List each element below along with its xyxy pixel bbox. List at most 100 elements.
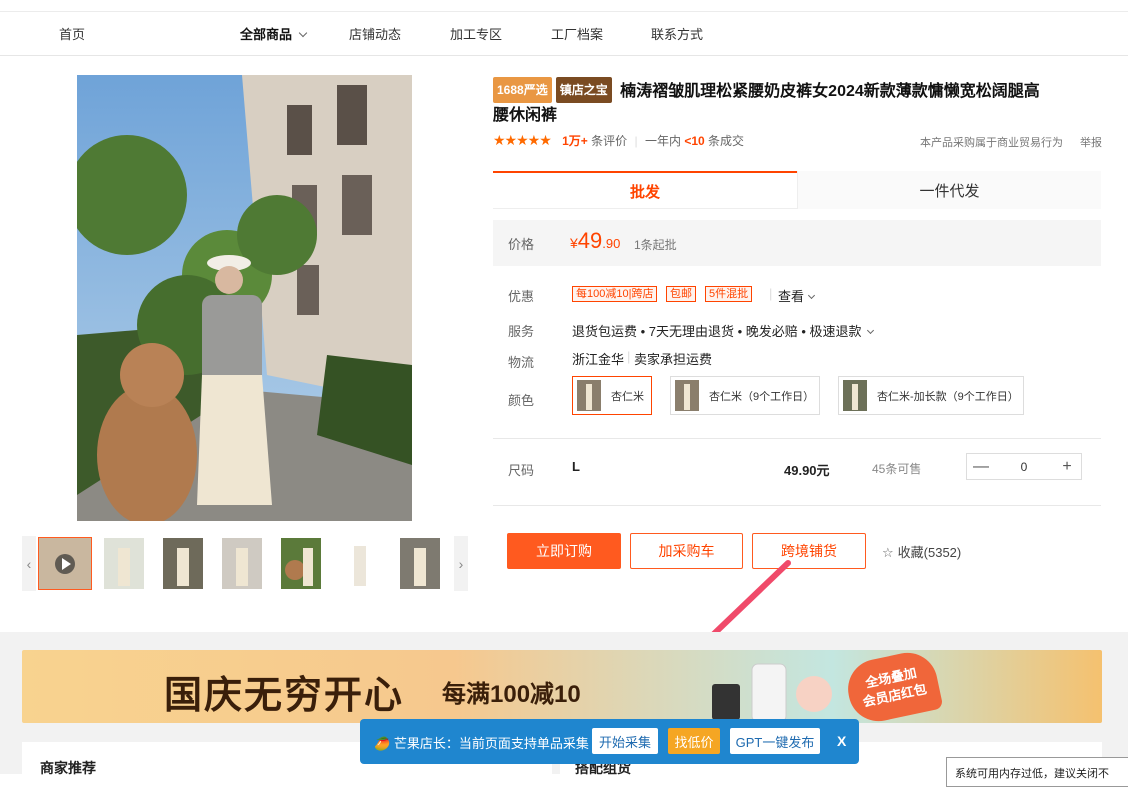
nav-home[interactable]: 首页 bbox=[59, 24, 85, 43]
mango-icon: 🥭 bbox=[374, 736, 391, 751]
nav-contact[interactable]: 联系方式 bbox=[651, 24, 703, 43]
thumbnail-6[interactable] bbox=[340, 538, 380, 589]
chevron-left-icon: ‹ bbox=[26, 555, 32, 572]
banner-title: 国庆无穷开心 bbox=[164, 675, 405, 717]
price-value: ¥49.90 bbox=[570, 228, 620, 254]
tab-dropship[interactable]: 一件代发 bbox=[797, 171, 1101, 209]
color-swatch-3 bbox=[843, 380, 867, 411]
favorite-count: 收藏(5352) bbox=[897, 545, 962, 560]
shop-nav: 首页 全部商品 店铺动态 加工专区 工厂档案 联系方式 bbox=[0, 12, 1128, 56]
mango-plugin-bar: 🥭 芒果店长：当前页面支持单品采集 开始采集 找低价 GPT一键发布 X bbox=[360, 719, 859, 764]
memory-warning-toast: 系统可用内存过低，建议关闭不 bbox=[946, 757, 1128, 787]
nav-processing[interactable]: 加工专区 bbox=[450, 24, 502, 43]
service-text[interactable]: 退货包运费 • 7天无理由退货 • 晚发必赔 • 极速退款 bbox=[572, 321, 874, 340]
price-label: 价格 bbox=[508, 237, 535, 252]
currency-symbol: ¥ bbox=[570, 235, 578, 251]
color-swatch-2 bbox=[675, 380, 699, 411]
merchant-recommend-title: 商家推荐 bbox=[40, 760, 96, 776]
thumbnail-3[interactable] bbox=[163, 538, 203, 589]
start-collect-button[interactable]: 开始采集 bbox=[592, 728, 658, 754]
thumb-next-button[interactable]: › bbox=[454, 536, 468, 591]
buy-now-button[interactable]: 立即订购 bbox=[507, 533, 621, 569]
logistics-sep: | bbox=[627, 349, 631, 364]
title-line-2: 腰休闲裤 bbox=[493, 107, 558, 124]
size-price: 49.90元 bbox=[784, 463, 830, 478]
price-dec: .90 bbox=[602, 236, 621, 251]
promo-tag-free-shipping: 包邮 bbox=[666, 286, 696, 302]
top-strip bbox=[0, 0, 1128, 12]
plus-icon[interactable]: + bbox=[1053, 458, 1081, 476]
logistics-origin: 浙江金华 bbox=[572, 352, 625, 367]
plugin-message-text: 芒果店长：当前页面支持单品采集 bbox=[393, 736, 589, 751]
logistics-fee: 卖家承担运费 bbox=[634, 352, 713, 367]
thumb-prev-button[interactable]: ‹ bbox=[22, 536, 36, 591]
find-low-price-button[interactable]: 找低价 bbox=[668, 728, 720, 754]
year-label: 一年内 bbox=[644, 134, 681, 148]
quantity-input[interactable]: 0 bbox=[995, 460, 1053, 474]
color-option-2[interactable]: 杏仁米（9个工作日） bbox=[670, 376, 820, 415]
price-panel: 价格 ¥49.90 1条起批 bbox=[493, 220, 1101, 266]
price-int: 49 bbox=[577, 228, 603, 253]
thumbnail-4[interactable] bbox=[222, 538, 262, 589]
purchase-mode-tabs: 批发 一件代发 bbox=[493, 171, 1101, 209]
review-label: 条评价 bbox=[591, 134, 628, 148]
nav-all-products-label: 全部商品 bbox=[240, 27, 293, 42]
color-option-3[interactable]: 杏仁米-加长款（9个工作日） bbox=[838, 376, 1024, 415]
promo-tag-mixed: 5件混批 bbox=[705, 286, 753, 302]
thumbnail-2[interactable] bbox=[104, 538, 144, 589]
star-rating-icon: ★★★★★ bbox=[493, 132, 552, 148]
color-option-3-label: 杏仁米-加长款（9个工作日） bbox=[877, 390, 1019, 403]
nav-shop-news[interactable]: 店铺动态 bbox=[349, 24, 401, 43]
min-order: 1条起批 bbox=[634, 238, 677, 252]
close-icon[interactable]: X bbox=[837, 733, 846, 749]
banner-badge: 全场叠加 会员店红包 bbox=[842, 650, 944, 723]
promo-sep: | bbox=[769, 286, 773, 301]
divider-2 bbox=[493, 505, 1101, 506]
gpt-publish-button[interactable]: GPT一键发布 bbox=[730, 728, 820, 754]
logistics-label: 物流 bbox=[508, 355, 535, 370]
rating-row: ★★★★★ 1万+ 条评价 | 一年内 <10 条成交 bbox=[493, 132, 745, 148]
quantity-stepper: — 0 + bbox=[966, 453, 1082, 480]
nav-all-products[interactable]: 全部商品 bbox=[240, 24, 308, 43]
minus-icon[interactable]: — bbox=[967, 458, 995, 476]
promo-tag-discount: 每100减10|跨店 bbox=[572, 286, 658, 302]
promo-label: 优惠 bbox=[508, 289, 535, 304]
thumbnail-video[interactable] bbox=[38, 537, 92, 590]
service-text-label: 退货包运费 • 7天无理由退货 • 晚发必赔 • 极速退款 bbox=[572, 324, 862, 339]
chevron-down-icon bbox=[866, 326, 874, 335]
main-product-image[interactable] bbox=[77, 75, 412, 521]
report-link[interactable]: 举报 bbox=[1080, 134, 1102, 150]
treasure-badge: 镇店之宝 bbox=[555, 77, 612, 103]
size-label: 尺码 bbox=[508, 463, 535, 478]
service-label: 服务 bbox=[508, 324, 535, 339]
nav-factory-profile[interactable]: 工厂档案 bbox=[551, 24, 603, 43]
review-count[interactable]: 1万+ bbox=[562, 134, 588, 148]
title-line-1: 楠涛褶皱肌理松紧腰奶皮裤女2024新款薄款慵懒宽松阔腿高 bbox=[620, 83, 1040, 100]
color-swatch-1 bbox=[577, 380, 601, 411]
banner-subtitle: 每满100减10 bbox=[442, 681, 581, 708]
favorite-button[interactable]: ☆ 收藏(5352) bbox=[882, 542, 961, 561]
deal-count: <10 bbox=[684, 134, 705, 148]
business-note: 本产品采购属于商业贸易行为 bbox=[920, 137, 1063, 149]
thumbnail-strip: ‹ › bbox=[22, 536, 468, 591]
plugin-message: 🥭 芒果店长：当前页面支持单品采集 bbox=[374, 733, 589, 752]
size-value: L bbox=[572, 459, 580, 474]
cosmetics-illustration-icon bbox=[712, 663, 832, 723]
thumbnail-5[interactable] bbox=[281, 538, 321, 589]
chevron-down-icon bbox=[298, 28, 308, 38]
thumbnail-7[interactable] bbox=[400, 538, 440, 589]
size-stock: 45条可售 bbox=[872, 462, 922, 476]
promo-view-label: 查看 bbox=[778, 289, 805, 304]
promo-banner[interactable]: 国庆无穷开心 每满100减10 全场叠加 会员店红包 bbox=[22, 650, 1102, 723]
deal-label: 条成交 bbox=[708, 134, 745, 148]
product-title: 1688严选 镇店之宝 楠涛褶皱肌理松紧腰奶皮裤女2024新款薄款慵懒宽松阔腿高 … bbox=[493, 77, 1093, 128]
tab-wholesale[interactable]: 批发 bbox=[493, 171, 797, 209]
yanxuan-badge: 1688严选 bbox=[493, 77, 552, 103]
color-option-1[interactable]: 杏仁米 bbox=[572, 376, 652, 415]
divider-1 bbox=[493, 438, 1101, 439]
color-label: 颜色 bbox=[508, 393, 535, 408]
promo-view-button[interactable]: 查看 bbox=[778, 286, 816, 305]
color-option-2-label: 杏仁米（9个工作日） bbox=[709, 390, 815, 403]
chevron-down-icon bbox=[807, 291, 816, 300]
star-outline-icon: ☆ bbox=[882, 545, 894, 560]
